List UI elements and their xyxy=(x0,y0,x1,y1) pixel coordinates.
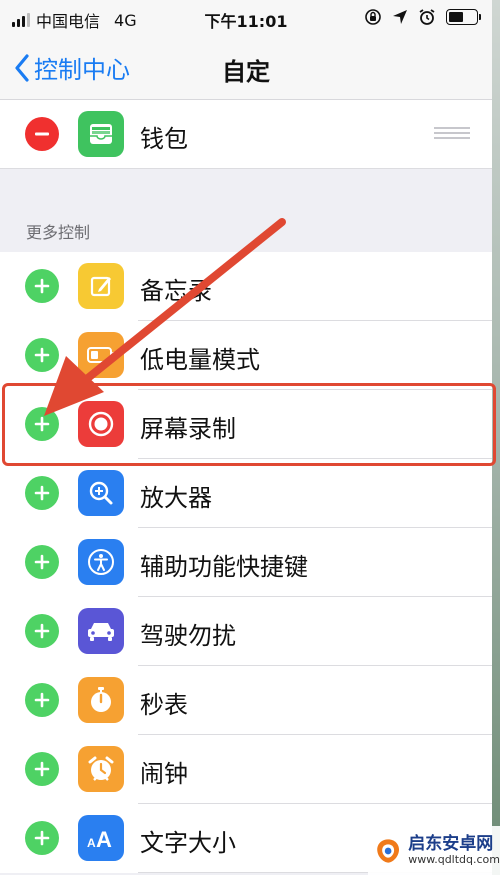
control-row-notes: 备忘录 xyxy=(0,252,492,321)
plus-icon xyxy=(34,416,50,432)
watermark: 启东安卓网 www.qdltdq.com xyxy=(368,826,500,875)
control-row-accessibility-shortcut: 辅助功能快捷键 xyxy=(0,528,492,597)
control-label: 秒表 xyxy=(140,691,188,719)
notes-icon xyxy=(78,263,124,309)
control-label: 辅助功能快捷键 xyxy=(140,553,308,581)
add-button[interactable] xyxy=(25,407,59,441)
add-button[interactable] xyxy=(25,269,59,303)
control-label: 低电量模式 xyxy=(140,346,260,374)
add-button[interactable] xyxy=(25,545,59,579)
screen-record-icon xyxy=(78,401,124,447)
background-edge xyxy=(492,0,500,875)
control-label: 闹钟 xyxy=(140,760,188,788)
remove-button[interactable] xyxy=(25,117,59,151)
page-title: 自定 xyxy=(222,58,270,86)
svg-text:A: A xyxy=(87,836,96,850)
plus-icon xyxy=(34,347,50,363)
stopwatch-icon xyxy=(78,677,124,723)
plus-icon xyxy=(34,485,50,501)
svg-text:A: A xyxy=(96,827,112,851)
battery-icon xyxy=(446,9,481,25)
reorder-handle-icon[interactable] xyxy=(434,127,470,141)
settings-screen: 中国电信 4G 下午11:01 控制中心 自定 钱包 更多控制 备忘录 低电量模… xyxy=(0,0,492,875)
control-label: 钱包 xyxy=(140,125,188,153)
control-label: 屏幕录制 xyxy=(140,415,236,443)
text-size-icon: AA xyxy=(78,815,124,861)
add-button[interactable] xyxy=(25,752,59,786)
plus-icon xyxy=(34,830,50,846)
low-power-icon xyxy=(78,332,124,378)
alarm-clock-icon xyxy=(78,746,124,792)
control-row-low-power-mode: 低电量模式 xyxy=(0,321,492,390)
add-button[interactable] xyxy=(25,614,59,648)
car-icon xyxy=(78,608,124,654)
control-label: 驾驶勿扰 xyxy=(140,622,236,650)
magnifier-icon xyxy=(78,470,124,516)
alarm-icon xyxy=(419,9,435,25)
accessibility-icon xyxy=(78,539,124,585)
plus-icon xyxy=(34,761,50,777)
control-row-do-not-disturb-driving: 驾驶勿扰 xyxy=(0,597,492,666)
location-icon xyxy=(393,10,407,24)
control-row-magnifier: 放大器 xyxy=(0,459,492,528)
plus-icon xyxy=(34,554,50,570)
control-label: 备忘录 xyxy=(140,277,212,305)
status-bar: 中国电信 4G 下午11:01 xyxy=(0,0,492,36)
control-label: 放大器 xyxy=(140,484,212,512)
control-row-stopwatch: 秒表 xyxy=(0,666,492,735)
plus-icon xyxy=(34,278,50,294)
control-label: 文字大小 xyxy=(140,829,236,857)
control-row-alarm: 闹钟 xyxy=(0,735,492,804)
control-row-screen-recording: 屏幕录制 xyxy=(0,390,492,459)
add-button[interactable] xyxy=(25,338,59,372)
plus-icon xyxy=(34,692,50,708)
navigation-bar: 控制中心 自定 xyxy=(0,36,492,100)
watermark-title: 启东安卓网 xyxy=(408,834,494,855)
watermark-logo-icon xyxy=(377,838,400,863)
minus-icon xyxy=(35,132,49,136)
watermark-url: www.qdltdq.com xyxy=(408,852,500,866)
add-button[interactable] xyxy=(25,683,59,717)
control-row-wallet: 钱包 xyxy=(0,100,492,169)
plus-icon xyxy=(34,623,50,639)
add-button[interactable] xyxy=(25,476,59,510)
add-button[interactable] xyxy=(25,821,59,855)
orientation-lock-icon xyxy=(365,9,381,25)
wallet-icon xyxy=(78,111,124,157)
section-header-more-controls: 更多控制 xyxy=(26,223,91,242)
